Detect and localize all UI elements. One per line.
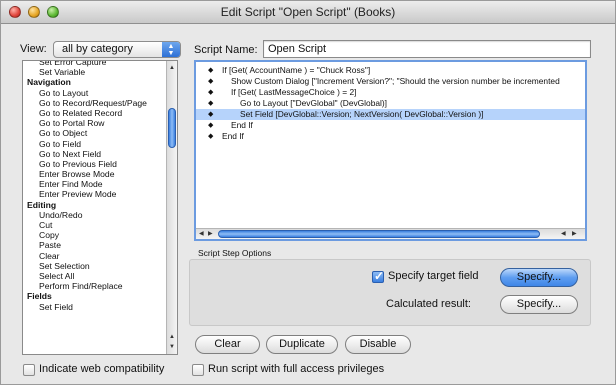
step-item[interactable]: Perform Find/Replace (23, 281, 163, 291)
step-item[interactable]: Go to Object (23, 128, 163, 138)
full-access-checkbox[interactable] (192, 364, 204, 376)
scroll-right-icon[interactable]: ▶ (572, 229, 577, 239)
calculated-result-label: Calculated result: (386, 298, 471, 310)
script-line[interactable]: ◆ If [Get( AccountName ) = "Chuck Ross"] (196, 65, 585, 76)
step-bullet-icon: ◆ (208, 67, 214, 74)
step-item[interactable]: Select All (23, 271, 163, 281)
script-step-options-label: Script Step Options (198, 248, 272, 258)
step-category: Navigation (27, 77, 71, 88)
script-line-text: End If (222, 131, 244, 141)
step-bullet-icon: ◆ (208, 133, 214, 140)
script-line-text: Show Custom Dialog ["Increment Version?"… (231, 76, 560, 86)
step-item[interactable]: Clear (23, 251, 163, 261)
script-line-text: Go to Layout ["DevGlobal" (DevGlobal)] (240, 98, 387, 108)
disable-button[interactable]: Disable (345, 335, 411, 354)
edit-script-window: Edit Script "Open Script" (Books) View: … (0, 0, 616, 385)
specify-calculation-button[interactable]: Specify... (500, 295, 578, 314)
web-compatibility-label: Indicate web compatibility (39, 363, 165, 375)
script-name-label: Script Name: (194, 44, 258, 56)
step-list-scrollbar[interactable]: ▲ ▲ ▼ (166, 61, 177, 354)
scroll-right-icon[interactable]: ▶ (208, 229, 213, 239)
step-item[interactable]: Set Selection (23, 261, 163, 271)
scroll-down-icon[interactable]: ▼ (167, 342, 177, 352)
step-item[interactable]: Go to Record/Request/Page (23, 98, 163, 108)
step-bullet-icon: ◆ (208, 89, 214, 96)
step-item[interactable]: Go to Previous Field (23, 159, 163, 169)
script-line[interactable]: ◆ End If (196, 120, 585, 131)
step-item[interactable]: Enter Preview Mode (23, 189, 163, 199)
scroll-up-icon[interactable]: ▲ (167, 332, 177, 342)
step-item[interactable]: Go to Layout (23, 88, 163, 98)
step-bullet-icon: ◆ (208, 111, 214, 118)
view-select[interactable]: all by category ▲ ▼ (53, 41, 181, 58)
script-horizontal-scrollbar[interactable]: ◀ ▶ ◀ ▶ (196, 228, 585, 239)
step-item[interactable]: Set Field (23, 302, 163, 312)
step-bullet-icon: ◆ (208, 78, 214, 85)
step-item[interactable]: Go to Portal Row (23, 118, 163, 128)
script-line-text: If [Get( LastMessageChoice ) = 2] (231, 87, 357, 97)
script-line-text: If [Get( AccountName ) = "Chuck Ross"] (222, 65, 371, 75)
step-bullet-icon: ◆ (208, 100, 214, 107)
web-compatibility-checkbox[interactable] (23, 364, 35, 376)
step-item[interactable]: Copy (23, 230, 163, 240)
script-scroll-thumb[interactable] (218, 230, 540, 238)
script-line[interactable]: ◆ End If (196, 131, 585, 142)
step-item[interactable]: Set Error Capture (23, 61, 163, 67)
script-editor[interactable]: ◆ If [Get( AccountName ) = "Chuck Ross"] ◆… (194, 60, 587, 241)
script-step-list[interactable]: Set Error Capture Set Variable Navigation G… (22, 60, 178, 355)
script-name-input[interactable]: Open Script (263, 40, 591, 58)
step-item[interactable]: Go to Next Field (23, 149, 163, 159)
script-line[interactable]: ◆ Go to Layout ["DevGlobal" (DevGlobal)] (196, 98, 585, 109)
scroll-up-icon[interactable]: ▲ (167, 63, 177, 73)
script-line[interactable]: ◆ If [Get( LastMessageChoice ) = 2] (196, 87, 585, 98)
duplicate-button[interactable]: Duplicate (266, 335, 338, 354)
title-bar: Edit Script "Open Script" (Books) (1, 1, 615, 24)
specify-target-button[interactable]: Specify... (500, 268, 578, 287)
full-access-label: Run script with full access privileges (208, 363, 385, 375)
scroll-left-icon[interactable]: ◀ (561, 229, 566, 239)
step-category: Fields (27, 291, 52, 302)
script-step-items: Set Error Capture Set Variable Navigation G… (23, 61, 163, 312)
step-item[interactable]: Go to Related Record (23, 108, 163, 118)
step-item[interactable]: Paste (23, 240, 163, 250)
scroll-left-icon[interactable]: ◀ (199, 229, 204, 239)
window-title: Edit Script "Open Script" (Books) (220, 5, 396, 19)
script-line[interactable]: ◆ Set Field [DevGlobal::Version; NextVers… (196, 109, 585, 120)
view-label: View: (20, 43, 47, 55)
specify-target-field-checkbox[interactable] (372, 269, 384, 283)
select-arrows-icon: ▲ ▼ (162, 42, 180, 57)
script-line-text: End If (231, 120, 253, 130)
step-item[interactable]: Cut (23, 220, 163, 230)
step-category: Editing (27, 199, 57, 210)
script-step-options-panel: Specify target field Specify... Calculat… (189, 259, 591, 326)
step-item[interactable]: Go to Field (23, 139, 163, 149)
step-bullet-icon: ◆ (208, 122, 214, 129)
script-line[interactable]: ◆ Show Custom Dialog ["Increment Version?… (196, 76, 585, 87)
step-list-scroll-thumb[interactable] (168, 108, 176, 148)
specify-target-field-label: Specify target field (388, 270, 479, 282)
step-item[interactable]: Set Variable (23, 67, 163, 77)
script-line-text: Set Field [DevGlobal::Version; NextVersi… (240, 109, 484, 119)
clear-button[interactable]: Clear (195, 335, 260, 354)
step-item[interactable]: Undo/Redo (23, 210, 163, 220)
step-item[interactable]: Enter Find Mode (23, 179, 163, 189)
step-item[interactable]: Enter Browse Mode (23, 169, 163, 179)
view-select-value: all by category (62, 43, 133, 55)
